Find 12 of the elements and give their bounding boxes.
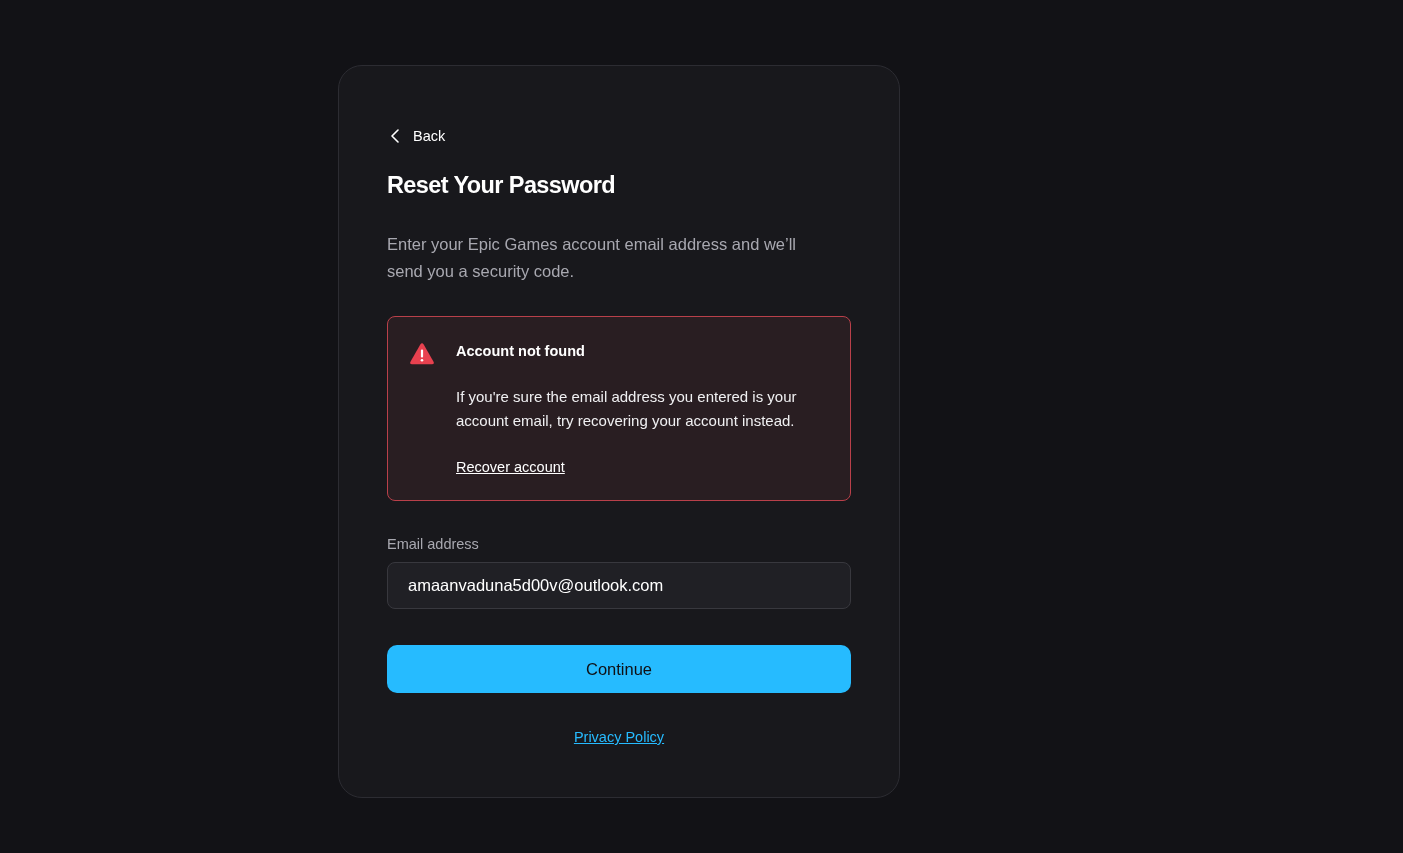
email-label: Email address [387,535,480,554]
description-text: Enter your Epic Games account email address and we’ll send you a security code. [387,234,798,282]
continue-button[interactable]: Continue [387,645,851,693]
alert-title: Account not found [456,342,585,361]
page-title: Reset Your Password [387,171,617,200]
back-link[interactable]: Back [387,126,446,146]
alert-message: If you're sure the email address you entered is your account email, try recovering your account instead. [456,387,798,431]
warning-icon [410,343,434,365]
email-input[interactable]: amaanvaduna5d00v@outlook.com [387,562,851,609]
chevron-left-icon [391,129,399,143]
privacy-policy-link[interactable]: Privacy Policy [573,727,665,747]
recover-account-link[interactable]: Recover account [456,457,565,477]
